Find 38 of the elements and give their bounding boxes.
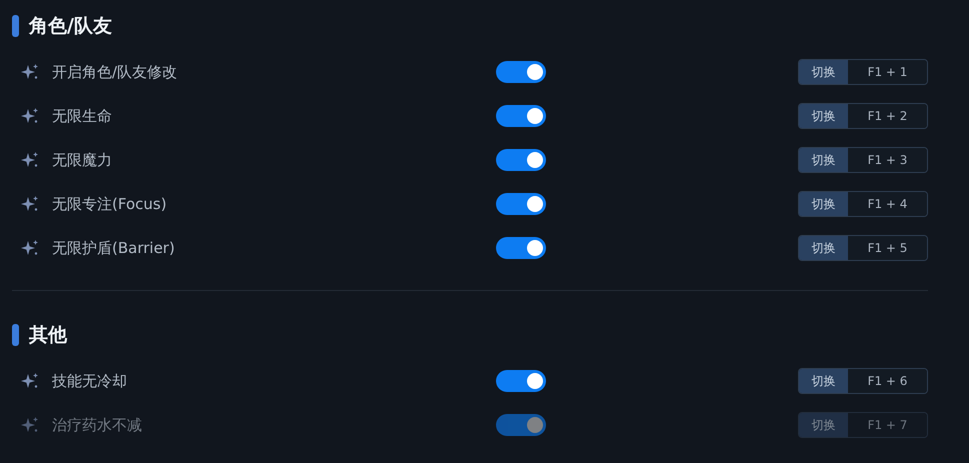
hotkey-label: F1 + 5 (848, 236, 927, 260)
section-title: 角色/队友 (29, 14, 112, 39)
toggle-switch[interactable] (496, 105, 546, 127)
hotkey-label: F1 + 4 (848, 192, 927, 216)
hotkey-label: F1 + 6 (848, 369, 927, 393)
hotkey-label: F1 + 2 (848, 104, 927, 128)
hotkey-field[interactable]: 切换 F1 + 2 (798, 103, 928, 129)
hotkey-field[interactable]: 切换 F1 + 1 (798, 59, 928, 85)
action-label: 切换 (799, 369, 848, 393)
section-marker (12, 324, 19, 346)
action-label: 切换 (799, 60, 848, 84)
section-marker (12, 15, 19, 37)
option-label: 治疗药水不减 (52, 414, 143, 436)
section-title: 其他 (29, 322, 67, 348)
hotkey-label: F1 + 1 (848, 60, 927, 84)
hotkey-label: F1 + 3 (848, 148, 927, 172)
hotkey-field[interactable]: 切换 F1 + 3 (798, 147, 928, 173)
hotkey-field[interactable]: 切换 F1 + 6 (798, 368, 928, 394)
option-label: 无限生命 (52, 106, 113, 127)
action-label: 切换 (799, 148, 848, 172)
hotkey-field[interactable]: 切换 F1 + 5 (798, 235, 928, 261)
option-label: 技能无冷却 (52, 370, 128, 392)
toggle-switch[interactable] (496, 237, 546, 259)
hotkey-field[interactable]: 切换 F1 + 4 (798, 191, 928, 217)
action-label: 切换 (799, 104, 848, 128)
toggle-switch[interactable] (496, 370, 546, 392)
action-label: 切换 (799, 413, 848, 437)
action-label: 切换 (799, 192, 848, 216)
toggle-switch[interactable] (496, 193, 546, 215)
option-label: 无限护盾(Barrier) (52, 238, 176, 259)
option-label: 开启角色/队友修改 (52, 62, 178, 83)
option-label: 无限专注(Focus) (52, 194, 168, 215)
toggle-switch[interactable] (496, 149, 546, 171)
hotkey-field[interactable]: 切换 F1 + 7 (798, 412, 928, 438)
toggle-switch[interactable] (496, 61, 546, 83)
action-label: 切换 (799, 236, 848, 260)
toggle-switch[interactable] (496, 414, 546, 436)
option-label: 无限魔力 (52, 150, 113, 171)
